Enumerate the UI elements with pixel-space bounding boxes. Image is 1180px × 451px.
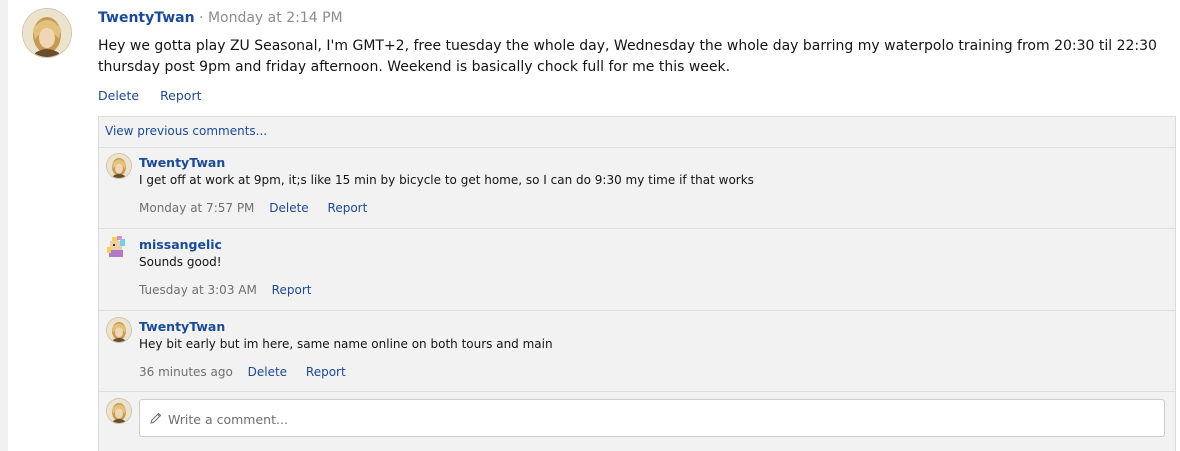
view-previous-comments-link[interactable]: View previous comments... xyxy=(105,124,267,138)
current-user-avatar xyxy=(106,398,132,424)
comment-item: missangelic Sounds good! Tuesday at 3:03… xyxy=(99,229,1175,311)
comment-meta: Tuesday at 3:03 AM Report xyxy=(139,283,326,297)
post-delete-link[interactable]: Delete xyxy=(98,88,139,103)
post-author-name[interactable]: TwentyTwan xyxy=(98,10,195,26)
post-header: TwentyTwan · Monday at 2:14 PM xyxy=(98,9,343,27)
pencil-icon xyxy=(150,412,162,427)
post-actions: Delete Report xyxy=(98,88,219,104)
comment-timestamp[interactable]: Monday at 7:57 PM xyxy=(139,201,254,215)
comment-meta: 36 minutes ago Delete Report xyxy=(139,365,361,379)
comment-timestamp[interactable]: 36 minutes ago xyxy=(139,365,233,379)
comment-report-link[interactable]: Report xyxy=(272,283,312,297)
post-author-avatar[interactable] xyxy=(22,8,72,58)
comment-delete-link[interactable]: Delete xyxy=(248,365,287,379)
comment-delete-link[interactable]: Delete xyxy=(269,201,308,215)
comment-timestamp[interactable]: Tuesday at 3:03 AM xyxy=(139,283,257,297)
comment-item: TwentyTwan Hey bit early but im here, sa… xyxy=(99,311,1175,391)
comment-author[interactable]: missangelic xyxy=(139,237,222,252)
comment-text: Sounds good! xyxy=(139,255,222,269)
left-rail xyxy=(0,0,8,451)
post-body: Hey we gotta play ZU Seasonal, I'm GMT+2… xyxy=(98,38,1157,75)
comment-avatar[interactable] xyxy=(106,153,132,179)
post-timestamp[interactable]: Monday at 2:14 PM xyxy=(208,10,343,26)
profile-post: TwentyTwan · Monday at 2:14 PM Hey we go… xyxy=(8,0,1180,451)
comment-item: TwentyTwan I get off at work at 9pm, it;… xyxy=(99,147,1175,229)
comment-meta: Monday at 7:57 PM Delete Report xyxy=(139,201,382,215)
write-comment-input[interactable] xyxy=(166,400,1150,438)
write-comment-box[interactable] xyxy=(139,399,1165,438)
comment-author[interactable]: TwentyTwan xyxy=(139,155,225,170)
comments-panel: View previous comments... TwentyTwan I g… xyxy=(98,116,1176,451)
comment-text: Hey bit early but im here, same name onl… xyxy=(139,337,553,351)
post-report-link[interactable]: Report xyxy=(160,88,201,103)
header-separator: · xyxy=(199,10,204,26)
comment-avatar[interactable] xyxy=(106,317,132,343)
comment-text: I get off at work at 9pm, it;s like 15 m… xyxy=(139,173,754,187)
comment-avatar[interactable] xyxy=(106,235,130,259)
comment-report-link[interactable]: Report xyxy=(306,365,346,379)
divider xyxy=(99,391,1175,392)
comment-author[interactable]: TwentyTwan xyxy=(139,319,225,334)
comment-report-link[interactable]: Report xyxy=(328,201,368,215)
